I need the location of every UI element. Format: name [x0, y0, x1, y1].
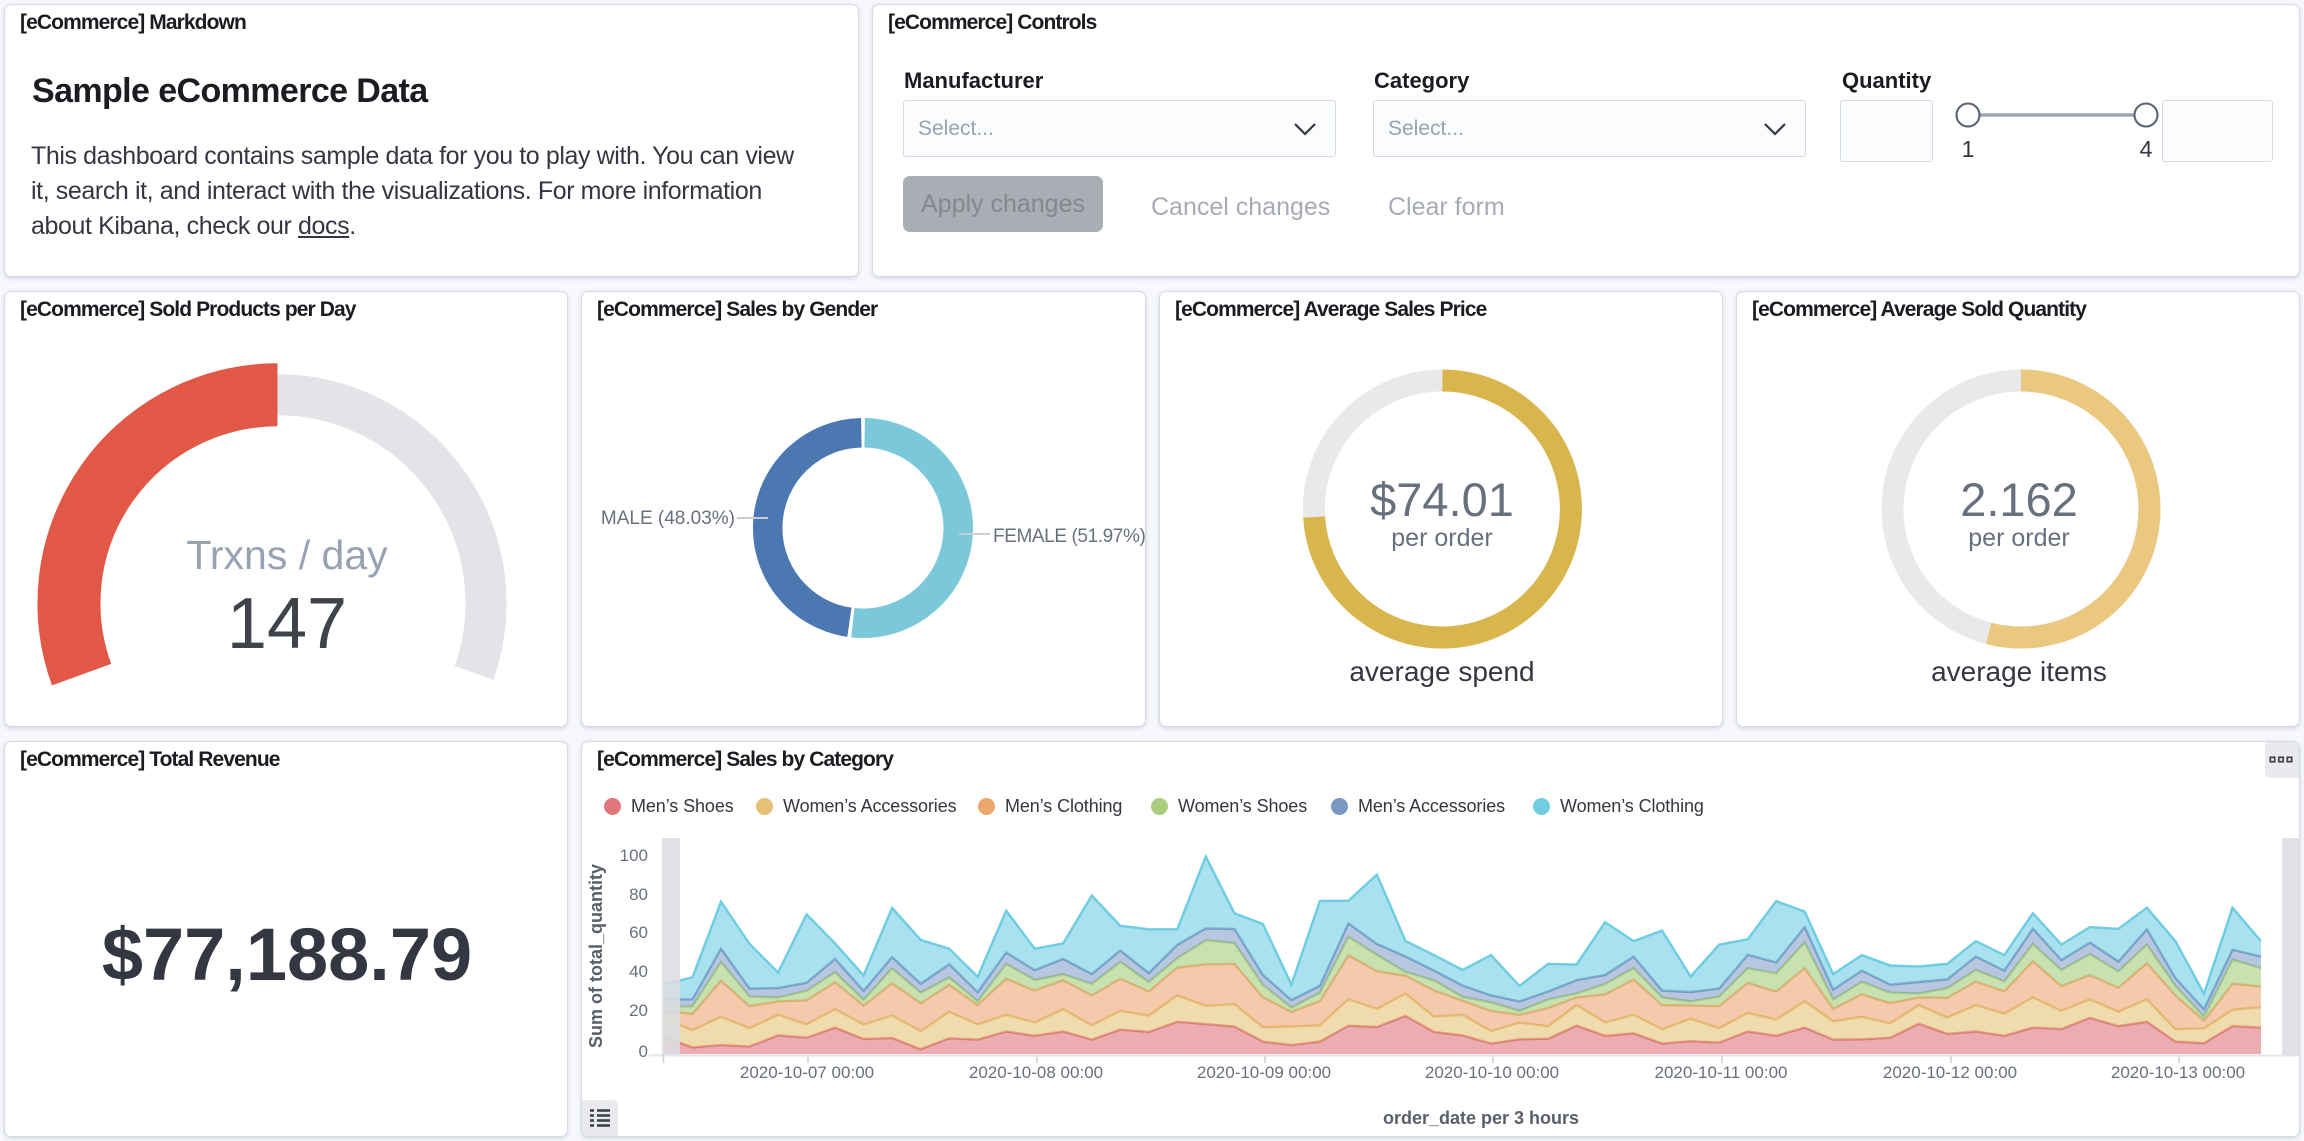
svg-text:4: 4	[2140, 136, 2153, 162]
svg-text:order_date per 3 hours: order_date per 3 hours	[1383, 1108, 1579, 1128]
svg-text:1: 1	[1962, 136, 1975, 162]
